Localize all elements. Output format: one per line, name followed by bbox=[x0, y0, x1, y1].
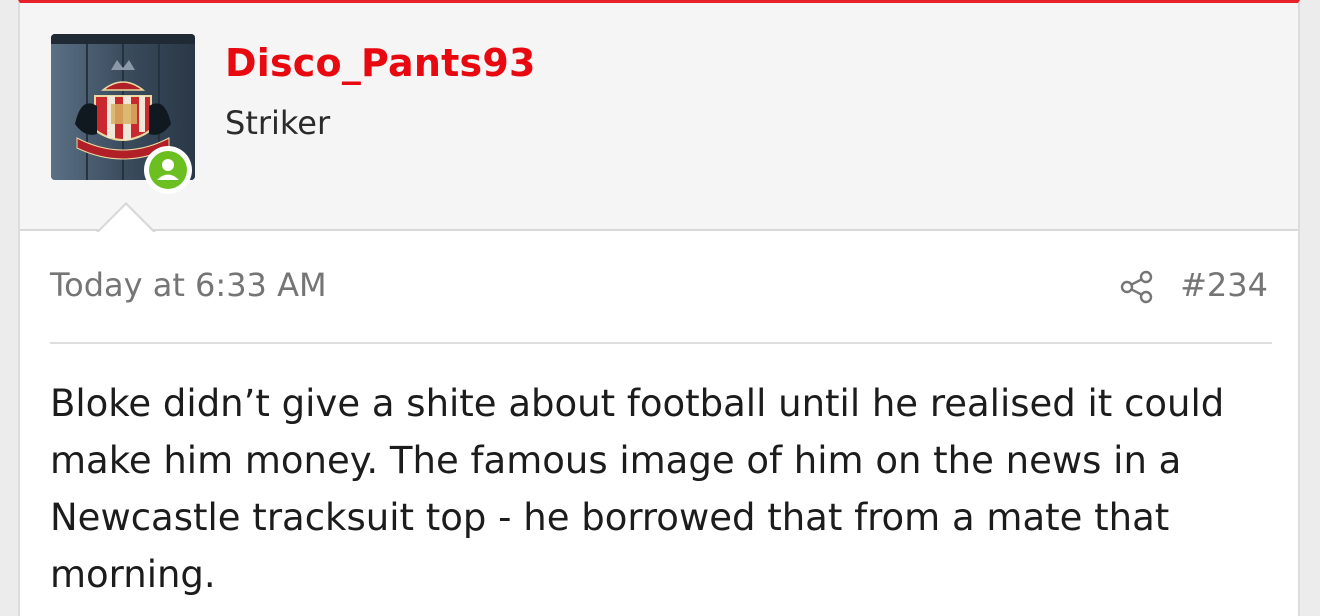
post-message-body: Bloke didn’t give a shite about football… bbox=[50, 382, 1225, 596]
share-icon[interactable] bbox=[1118, 268, 1156, 306]
username-link[interactable]: Disco_Pants93 bbox=[225, 41, 536, 85]
post-user-header: Disco_Pants93 Striker bbox=[20, 3, 1298, 231]
divider bbox=[50, 342, 1272, 344]
user-online-icon bbox=[157, 159, 179, 180]
online-status-badge bbox=[144, 146, 192, 194]
post-number-link[interactable]: #234 bbox=[1180, 266, 1268, 304]
forum-post: Disco_Pants93 Striker Today at 6:33 AM #… bbox=[18, 0, 1300, 616]
user-title: Striker bbox=[225, 104, 331, 142]
post-timestamp[interactable]: Today at 6:33 AM bbox=[50, 266, 327, 304]
